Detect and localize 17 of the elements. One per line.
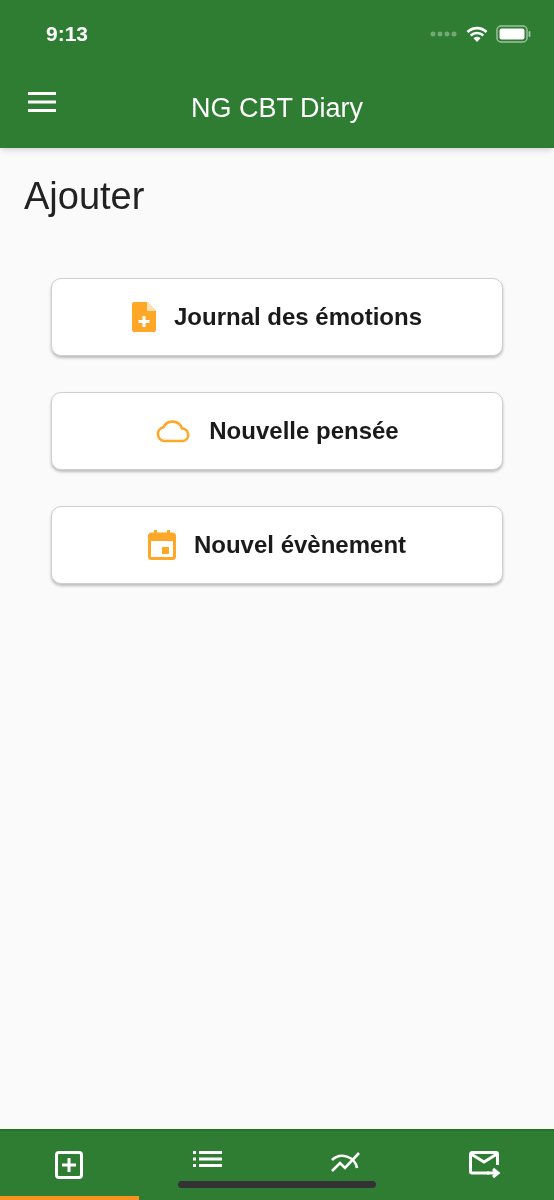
- add-box-icon: [55, 1151, 84, 1179]
- battery-icon: [496, 25, 532, 43]
- mail-send-icon: [468, 1151, 501, 1179]
- page-heading: Ajouter: [24, 174, 145, 218]
- signal-icon: [430, 30, 458, 38]
- status-time: 9:13: [46, 21, 89, 48]
- app-title: NG CBT Diary: [191, 91, 363, 125]
- calendar-icon: [147, 530, 176, 560]
- menu-icon[interactable]: [28, 92, 56, 112]
- action-button[interactable]: Nouvel évènement: [51, 506, 503, 584]
- action-button[interactable]: Nouvelle pensée: [51, 392, 503, 470]
- action-button[interactable]: Journal des émotions: [51, 278, 503, 356]
- cloud-icon: [155, 419, 192, 443]
- document-add-icon: [131, 302, 156, 332]
- list-icon: [193, 1151, 223, 1167]
- chart-icon: [331, 1151, 362, 1173]
- wifi-icon: [466, 25, 488, 43]
